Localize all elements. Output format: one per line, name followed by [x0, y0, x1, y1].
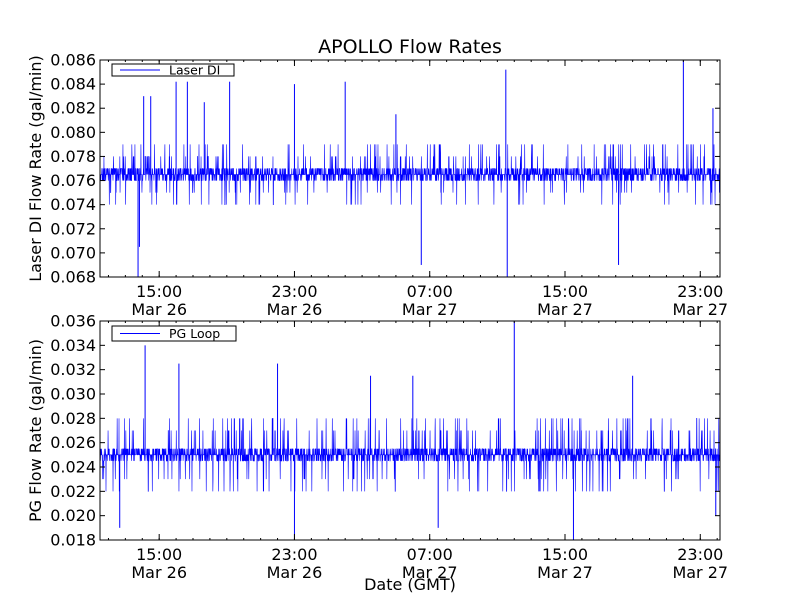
legend-label: Laser DI [169, 63, 220, 78]
x-tick-time-label: 07:00 [407, 545, 453, 564]
x-tick-time-label: 23:00 [271, 545, 317, 564]
x-tick-date-label: Mar 26 [267, 300, 323, 319]
y-tick-label: 0.074 [50, 195, 96, 214]
x-tick-date-label: Mar 27 [537, 563, 593, 582]
x-tick-date-label: Mar 26 [131, 300, 187, 319]
x-tick-date-label: Mar 27 [537, 300, 593, 319]
y-axis-label: PG Flow Rate (gal/min) [26, 339, 45, 522]
y-tick-label: 0.078 [50, 147, 96, 166]
flow-trace [100, 144, 720, 205]
x-tick-time-label: 23:00 [677, 282, 723, 301]
y-tick-label: 0.068 [50, 268, 96, 287]
x-tick-time-label: 07:00 [407, 282, 453, 301]
y-tick-label: 0.086 [50, 51, 96, 70]
x-axis-label: Date (GMT) [364, 575, 456, 594]
x-tick-date-label: Mar 27 [402, 300, 458, 319]
x-tick-time-label: 15:00 [542, 545, 588, 564]
x-tick-date-label: Mar 27 [672, 563, 728, 582]
y-tick-label: 0.032 [50, 360, 96, 379]
y-tick-label: 0.024 [50, 458, 96, 477]
x-tick-time-label: 15:00 [136, 545, 182, 564]
x-tick-date-label: Mar 26 [267, 563, 323, 582]
y-tick-label: 0.082 [50, 99, 96, 118]
x-tick-time-label: 23:00 [677, 545, 723, 564]
x-tick-time-label: 15:00 [542, 282, 588, 301]
y-tick-label: 0.030 [50, 385, 96, 404]
laser-di-panel: 0.068 0.070 0.072 0.074 0.076 0.078 0.080 0.082… [26, 51, 728, 320]
y-tick-label: 0.080 [50, 123, 96, 142]
legend-label: PG Loop [169, 326, 220, 341]
y-tick-label: 0.018 [50, 531, 96, 550]
x-tick-time-label: 15:00 [136, 282, 182, 301]
y-tick-label: 0.072 [50, 219, 96, 238]
y-axis-label: Laser DI Flow Rate (gal/min) [26, 55, 45, 282]
x-tick-date-label: Mar 27 [672, 300, 728, 319]
chart-title: APOLLO Flow Rates [318, 36, 502, 58]
y-tick-label: 0.026 [50, 433, 96, 452]
flow-trace [100, 418, 720, 492]
pg-loop-panel: 0.018 0.020 0.022 0.024 0.026 0.028 0.030 0.032… [26, 312, 728, 583]
y-tick-label: 0.076 [50, 171, 96, 190]
x-tick-date-label: Mar 26 [131, 563, 187, 582]
y-tick-label: 0.036 [50, 312, 96, 331]
y-tick-label: 0.022 [50, 482, 96, 501]
x-tick-time-label: 23:00 [271, 282, 317, 301]
y-tick-label: 0.028 [50, 409, 96, 428]
y-tick-label: 0.020 [50, 506, 96, 525]
flow-rates-figure: APOLLO Flow Rates 0.0680.0700.0720.0740.… [26, 36, 728, 594]
y-tick-label: 0.084 [50, 75, 96, 94]
y-tick-label: 0.070 [50, 243, 96, 262]
y-tick-label: 0.034 [50, 336, 96, 355]
